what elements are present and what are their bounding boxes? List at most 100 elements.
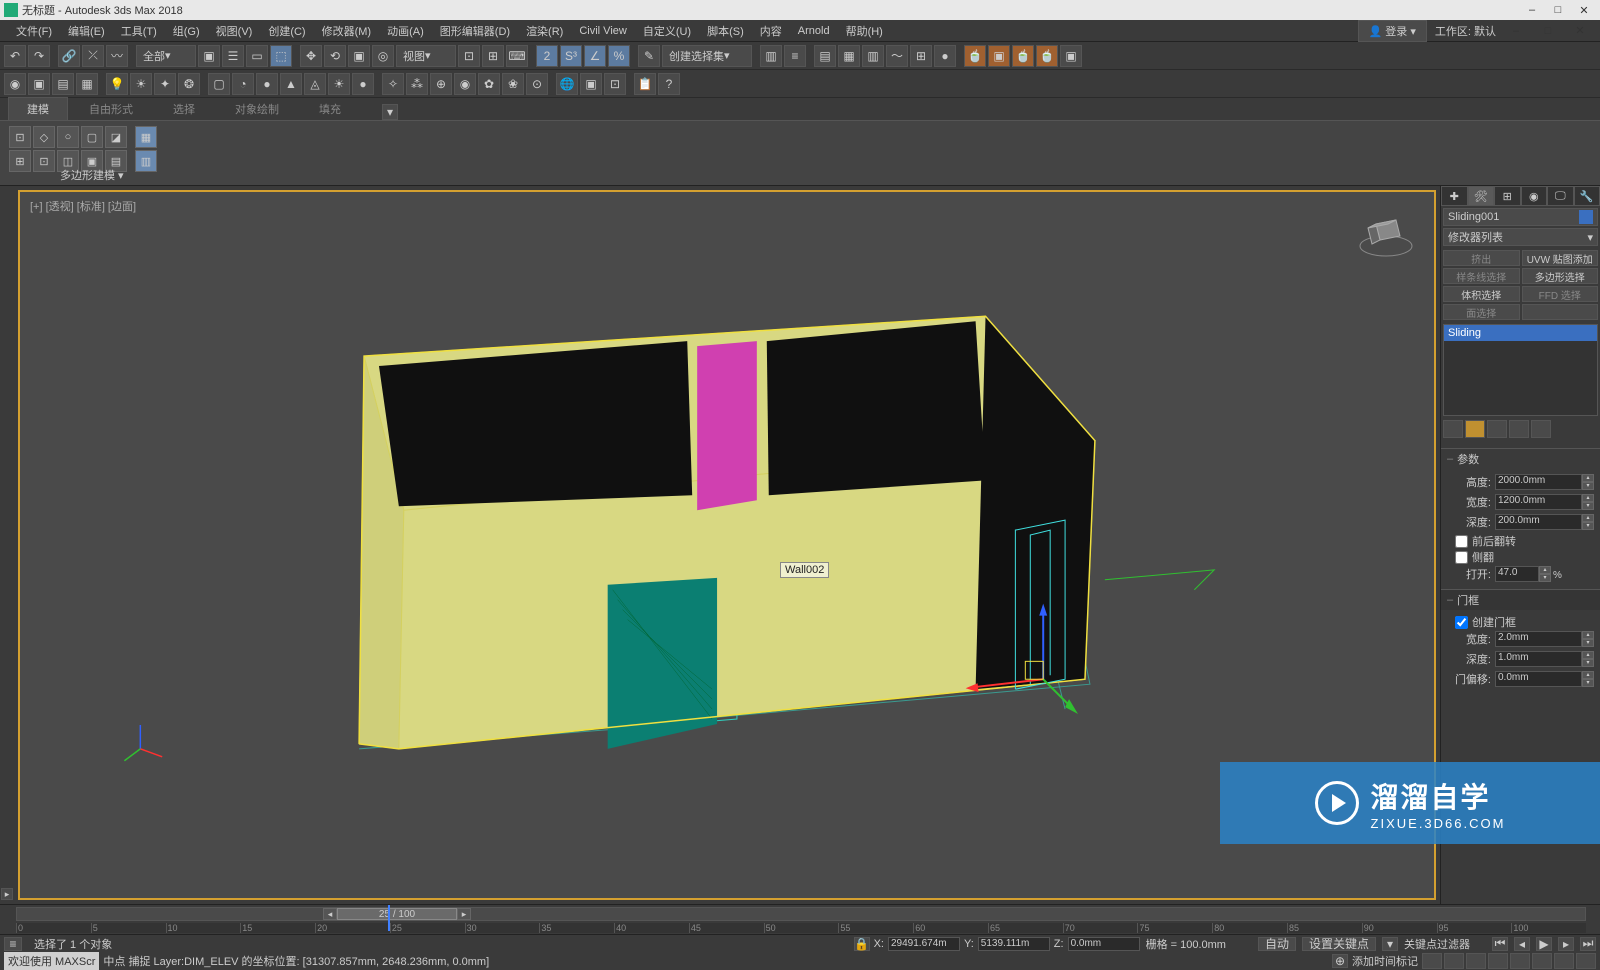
link-button[interactable]: 🔗 <box>58 45 80 67</box>
select-object-button[interactable]: ▣ <box>198 45 220 67</box>
time-ruler[interactable]: 0510152025303540455055606570758085909510… <box>16 923 1586 933</box>
qbtn-face-sel[interactable]: 面选择 <box>1443 304 1520 320</box>
tab-create[interactable]: ✚ <box>1441 186 1468 206</box>
flip-side-checkbox[interactable]: 侧翻 <box>1447 549 1594 565</box>
select-name-button[interactable]: ☰ <box>222 45 244 67</box>
selection-filter[interactable]: 全部 ▾ <box>136 45 196 67</box>
ribbon-tab-freeform[interactable]: 自由形式 <box>70 97 152 120</box>
param-width-input[interactable]: 1200.0mm <box>1495 494 1582 510</box>
ribbon-tab-object-paint[interactable]: 对象绘制 <box>216 97 298 120</box>
menu-tools[interactable]: 工具(T) <box>113 21 165 41</box>
time-marker[interactable] <box>388 905 390 931</box>
prim-sphere-icon[interactable]: ◔ <box>232 73 254 95</box>
ribbon-btn-6[interactable]: ▦ <box>135 126 157 148</box>
maximize-button[interactable]: □ <box>1546 2 1570 18</box>
snap-angle-button[interactable]: S³ <box>560 45 582 67</box>
param-height-input[interactable]: 2000.0mm <box>1495 474 1582 490</box>
spin-down-icon[interactable]: ▾ <box>1582 639 1594 647</box>
rollout-params-header[interactable]: 参数 <box>1441 449 1600 469</box>
doc-minimize[interactable]: – <box>1504 23 1528 39</box>
object-name-field[interactable]: Sliding001 <box>1443 208 1598 226</box>
play-icon[interactable]: ▶ <box>1536 937 1552 951</box>
spin-down-icon[interactable]: ▾ <box>1582 679 1594 687</box>
named-selection-set[interactable]: 创建选择集 ▾ <box>662 45 752 67</box>
key-filters-icon[interactable]: ▾ <box>1382 937 1398 951</box>
spin-up-icon[interactable]: ▴ <box>1582 651 1594 659</box>
modifier-list-dropdown[interactable]: 修改器列表▾ <box>1443 228 1598 246</box>
prim-geo-icon[interactable]: ● <box>256 73 278 95</box>
next-frame-icon[interactable]: ▸ <box>1558 937 1574 951</box>
tb2-2[interactable]: ▣ <box>28 73 50 95</box>
menu-customize[interactable]: 自定义(U) <box>635 21 699 41</box>
viewport-label[interactable]: [+] [透视] [标准] [边面] <box>30 198 136 214</box>
spin-up-icon[interactable]: ▴ <box>1539 566 1551 574</box>
edit-selection-set-button[interactable]: ✎ <box>638 45 660 67</box>
prim-box-icon[interactable]: ▢ <box>208 73 230 95</box>
spin-up-icon[interactable]: ▴ <box>1582 631 1594 639</box>
isolate-icon[interactable] <box>1422 953 1442 969</box>
goto-end-icon[interactable]: ⏭ <box>1580 937 1596 951</box>
layer-explorer-button[interactable]: ▤ <box>814 45 836 67</box>
prim-cone-icon[interactable]: ▲ <box>280 73 302 95</box>
qbtn-spline-sel[interactable]: 样条线选择 <box>1443 268 1520 284</box>
manipulate-button[interactable]: ⊞ <box>482 45 504 67</box>
create-frame-checkbox[interactable]: 创建门框 <box>1447 614 1594 630</box>
schematic-view-button[interactable]: ⊞ <box>910 45 932 67</box>
render-button[interactable]: 🍵 <box>1012 45 1034 67</box>
time-slider-handle[interactable]: 25 / 100 <box>337 908 457 920</box>
tb2-22[interactable]: ⊙ <box>526 73 548 95</box>
sun-icon[interactable]: ☀ <box>328 73 350 95</box>
render-iterative-button[interactable]: ▣ <box>1060 45 1082 67</box>
set-key-button[interactable]: 设置关键点 <box>1302 937 1376 951</box>
ribbon-btn-5[interactable]: ◪ <box>105 126 127 148</box>
remove-modifier-button[interactable] <box>1509 420 1529 438</box>
menu-scripting[interactable]: 脚本(S) <box>699 21 752 41</box>
close-button[interactable]: ✕ <box>1572 2 1596 18</box>
ribbon-btn-2[interactable]: ◇ <box>33 126 55 148</box>
flip-front-checkbox[interactable]: 前后翻转 <box>1447 533 1594 549</box>
tb2-4[interactable]: ▦ <box>76 73 98 95</box>
minimize-button[interactable]: – <box>1520 2 1544 18</box>
rotate-button[interactable]: ⟲ <box>324 45 346 67</box>
workspace-selector[interactable]: 工作区: 默认 <box>1435 23 1496 39</box>
ribbon-toggle-icon[interactable]: ▾ <box>382 104 398 120</box>
mirror-button[interactable]: ▥ <box>760 45 782 67</box>
zoom-icon[interactable] <box>1488 953 1508 969</box>
viewport-play-icon[interactable]: ▸ <box>1 888 13 900</box>
menu-help[interactable]: 帮助(H) <box>838 21 891 41</box>
ribbon-btn-1[interactable]: ⊡ <box>9 126 31 148</box>
selection-lock-icon[interactable] <box>1444 953 1464 969</box>
time-slider-track[interactable]: ◂ 25 / 100 ▸ <box>16 907 1586 921</box>
scale-button[interactable]: ▣ <box>348 45 370 67</box>
ribbon-btn-7[interactable]: ⊞ <box>9 150 31 172</box>
add-time-tag-label[interactable]: 添加时间标记 <box>1352 953 1418 969</box>
pivot-center-button[interactable]: ⊡ <box>458 45 480 67</box>
tb2-3[interactable]: ▤ <box>52 73 74 95</box>
menu-animation[interactable]: 动画(A) <box>379 21 432 41</box>
move-button[interactable]: ✥ <box>300 45 322 67</box>
ribbon-btn-4[interactable]: ▢ <box>81 126 103 148</box>
menu-rendering[interactable]: 渲染(R) <box>518 21 571 41</box>
ref-coord-system[interactable]: 视图 ▾ <box>396 45 456 67</box>
tb2-1[interactable]: ◉ <box>4 73 26 95</box>
object-color-swatch[interactable] <box>1579 210 1593 224</box>
scene-explorer-button[interactable]: ▦ <box>838 45 860 67</box>
material-editor-button[interactable]: ● <box>934 45 956 67</box>
tb2-21[interactable]: ❀ <box>502 73 524 95</box>
orbit-icon[interactable] <box>1554 953 1574 969</box>
tab-utilities[interactable]: 🔧 <box>1574 186 1600 206</box>
redo-button[interactable]: ↷ <box>28 45 50 67</box>
modifier-stack[interactable]: Sliding <box>1443 324 1598 416</box>
doc-close[interactable]: ✕ <box>1568 23 1592 39</box>
tab-display[interactable]: 🖵 <box>1547 186 1574 206</box>
spin-down-icon[interactable]: ▾ <box>1539 574 1551 582</box>
spin-down-icon[interactable]: ▾ <box>1582 482 1594 490</box>
lock-icon[interactable]: 🔒 <box>854 937 870 951</box>
tb2-19[interactable]: ◉ <box>454 73 476 95</box>
menu-arnold[interactable]: Arnold <box>790 23 838 39</box>
menu-file[interactable]: 文件(F) <box>8 21 60 41</box>
tab-modify[interactable]: 🛠 <box>1468 186 1495 206</box>
snap-2d-button[interactable]: 2 <box>536 45 558 67</box>
ribbon-toggle-button[interactable]: ▥ <box>862 45 884 67</box>
undo-button[interactable]: ↶ <box>4 45 26 67</box>
